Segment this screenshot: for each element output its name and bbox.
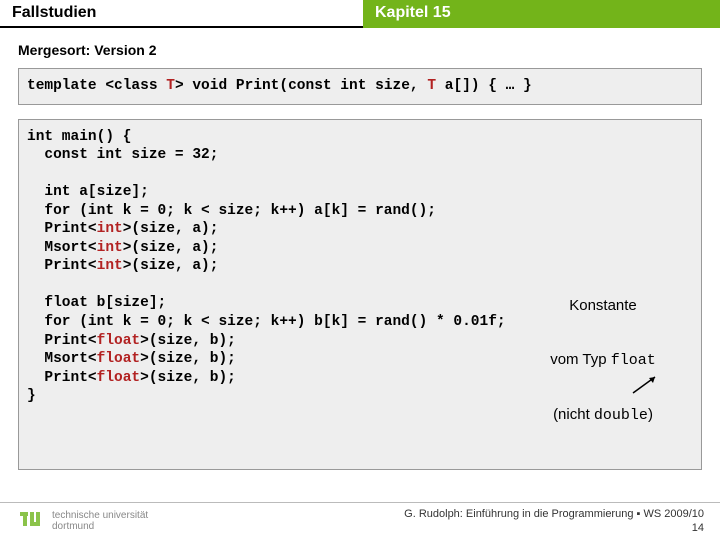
code-main: int main() { const int size = 32; int a[… — [18, 119, 702, 471]
kw: for — [27, 314, 71, 330]
page-number: 14 — [404, 522, 704, 535]
annot-l2: vom Typ float — [523, 351, 683, 370]
university-name: technische universität dortmund — [52, 511, 148, 532]
txt: size = 32; — [123, 147, 219, 163]
mono: double — [594, 407, 648, 424]
txt: } — [27, 388, 36, 404]
t: vom Typ — [550, 351, 611, 368]
tpl: int — [97, 258, 123, 274]
header-left: Fallstudien — [0, 0, 363, 28]
kw: float — [27, 295, 88, 311]
txt: >(size, b); — [140, 370, 236, 386]
tpl: int — [97, 221, 123, 237]
tpl: float — [97, 370, 141, 386]
txt: ( — [71, 314, 88, 330]
kw-template: template — [27, 78, 97, 94]
txt: Print< — [27, 370, 97, 386]
txt: Msort< — [27, 240, 97, 256]
university-logo: technische universität dortmund — [16, 508, 148, 536]
txt: >(size, a); — [123, 240, 219, 256]
txt: >(size, a); — [123, 258, 219, 274]
txt: k = 0; k < size; k++) a[k] = rand(); — [114, 203, 436, 219]
kw: int — [88, 203, 114, 219]
mono: float — [611, 352, 656, 369]
tpl-T: T — [166, 78, 175, 94]
kw: for — [27, 203, 71, 219]
footer-credit: G. Rudolph: Einführung in die Programmie… — [404, 508, 704, 534]
kw-constint: const int — [288, 78, 366, 94]
param-size: size, — [366, 78, 427, 94]
subtitle: Mergesort: Version 2 — [18, 42, 702, 58]
t: (nicht — [553, 406, 594, 423]
txt: Print< — [27, 258, 97, 274]
kw-class: <class — [97, 78, 167, 94]
txt: b[size]; — [88, 295, 166, 311]
kw-void: void — [192, 78, 227, 94]
txt: >(size, a); — [123, 221, 219, 237]
tpl: int — [97, 240, 123, 256]
angle-close: > — [175, 78, 192, 94]
param-a: a[]) { … } — [436, 78, 532, 94]
tpl: float — [97, 333, 141, 349]
annot-l1: Konstante — [523, 297, 683, 315]
kw: int — [88, 314, 114, 330]
txt: Print< — [27, 221, 97, 237]
txt: a[size]; — [71, 184, 149, 200]
kw: int — [27, 129, 53, 145]
kw: int — [27, 184, 71, 200]
kw: const int — [27, 147, 123, 163]
code-signature: template <class T> void Print(const int … — [18, 68, 702, 105]
annot-l3: (nicht double) — [523, 406, 683, 425]
slide-header: Fallstudien Kapitel 15 — [0, 0, 720, 28]
tpl-T2: T — [427, 78, 436, 94]
txt: >(size, b); — [140, 333, 236, 349]
txt: k = 0; k < size; k++) b[k] = rand() * 0.… — [114, 314, 506, 330]
txt: Msort< — [27, 351, 97, 367]
header-right: Kapitel 15 — [363, 0, 720, 28]
txt: >(size, b); — [140, 351, 236, 367]
uni2: dortmund — [52, 522, 148, 533]
slide-content: Mergesort: Version 2 template <class T> … — [0, 28, 720, 470]
txt: Print< — [27, 333, 97, 349]
tu-logo-icon — [16, 508, 44, 536]
t: ) — [648, 406, 653, 423]
fn-print: Print( — [227, 78, 288, 94]
slide-footer: technische universität dortmund G. Rudol… — [0, 502, 720, 540]
tpl: float — [97, 351, 141, 367]
credit-line: G. Rudolph: Einführung in die Programmie… — [404, 508, 704, 521]
txt: ( — [71, 203, 88, 219]
uni1: technische universität — [52, 511, 148, 522]
annotation: Konstante vom Typ float (nicht double) — [523, 261, 683, 461]
txt: main() { — [53, 129, 131, 145]
